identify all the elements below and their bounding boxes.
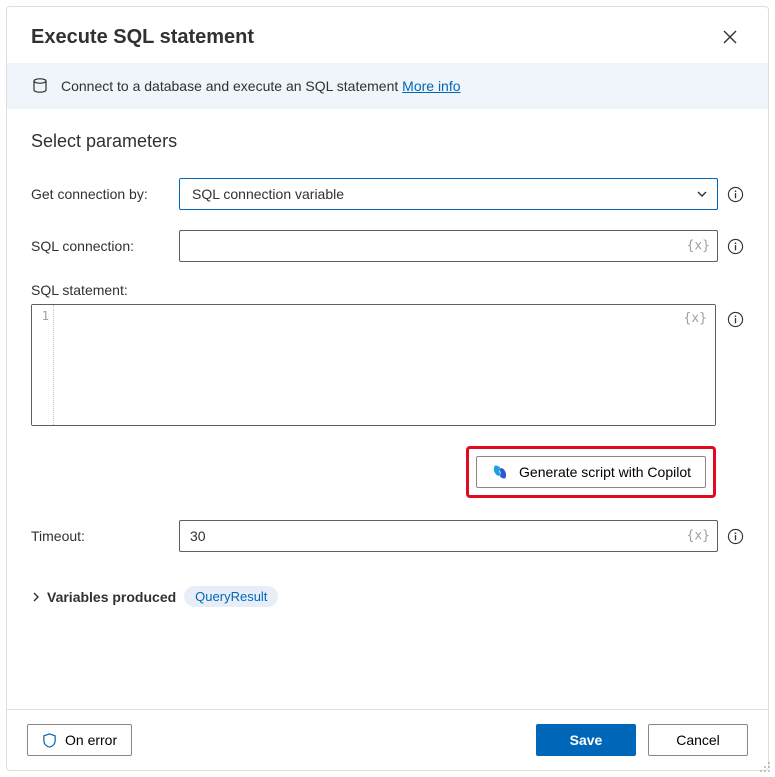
more-info-link[interactable]: More info (402, 78, 460, 94)
sql-connection-label: SQL connection: (31, 238, 171, 254)
variables-produced-toggle[interactable]: Variables produced (31, 589, 176, 605)
database-icon (31, 77, 49, 95)
close-icon (723, 30, 737, 44)
dialog-footer: On error Save Cancel (7, 709, 768, 770)
variables-produced-row: Variables produced QueryResult (31, 586, 744, 607)
get-connection-by-label: Get connection by: (31, 186, 171, 202)
dialog-title: Execute SQL statement (31, 26, 254, 49)
variable-hint-icon: {x} (684, 311, 707, 326)
chevron-right-icon (31, 592, 41, 602)
dialog-content: Select parameters Get connection by: SQL… (7, 109, 768, 709)
info-banner-text: Connect to a database and execute an SQL… (61, 78, 461, 94)
get-connection-by-row: Get connection by: SQL connection variab… (31, 178, 744, 210)
shield-icon (42, 733, 57, 748)
generate-script-copilot-button[interactable]: Generate script with Copilot (476, 456, 706, 488)
timeout-row: Timeout: {x} (31, 520, 744, 552)
timeout-label: Timeout: (31, 528, 171, 544)
copilot-highlight: Generate script with Copilot (466, 446, 716, 498)
info-icon[interactable] (726, 237, 744, 255)
info-icon[interactable] (726, 310, 744, 328)
variable-pill-queryresult[interactable]: QueryResult (184, 586, 278, 607)
sql-statement-field: SQL statement: 1 {x} (31, 282, 744, 426)
dialog-header: Execute SQL statement (7, 7, 768, 63)
resize-grip-icon[interactable] (759, 761, 771, 773)
on-error-button[interactable]: On error (27, 724, 132, 756)
execute-sql-dialog: Execute SQL statement Connect to a datab… (6, 6, 769, 771)
info-banner: Connect to a database and execute an SQL… (7, 63, 768, 109)
sql-connection-row: SQL connection: {x} (31, 230, 744, 262)
cancel-button[interactable]: Cancel (648, 724, 748, 756)
save-button[interactable]: Save (536, 724, 636, 756)
timeout-input[interactable] (179, 520, 718, 552)
sql-statement-label: SQL statement: (31, 282, 171, 298)
sql-statement-textarea[interactable] (54, 305, 715, 425)
code-gutter: 1 (32, 305, 54, 425)
sql-statement-editor[interactable]: 1 {x} (31, 304, 716, 426)
get-connection-by-select[interactable]: SQL connection variable (179, 178, 718, 210)
section-title: Select parameters (31, 131, 744, 152)
close-button[interactable] (716, 23, 744, 51)
copilot-icon (491, 463, 509, 481)
sql-connection-input[interactable] (179, 230, 718, 262)
copilot-row: Generate script with Copilot (31, 446, 744, 498)
info-icon[interactable] (726, 527, 744, 545)
info-icon[interactable] (726, 185, 744, 203)
